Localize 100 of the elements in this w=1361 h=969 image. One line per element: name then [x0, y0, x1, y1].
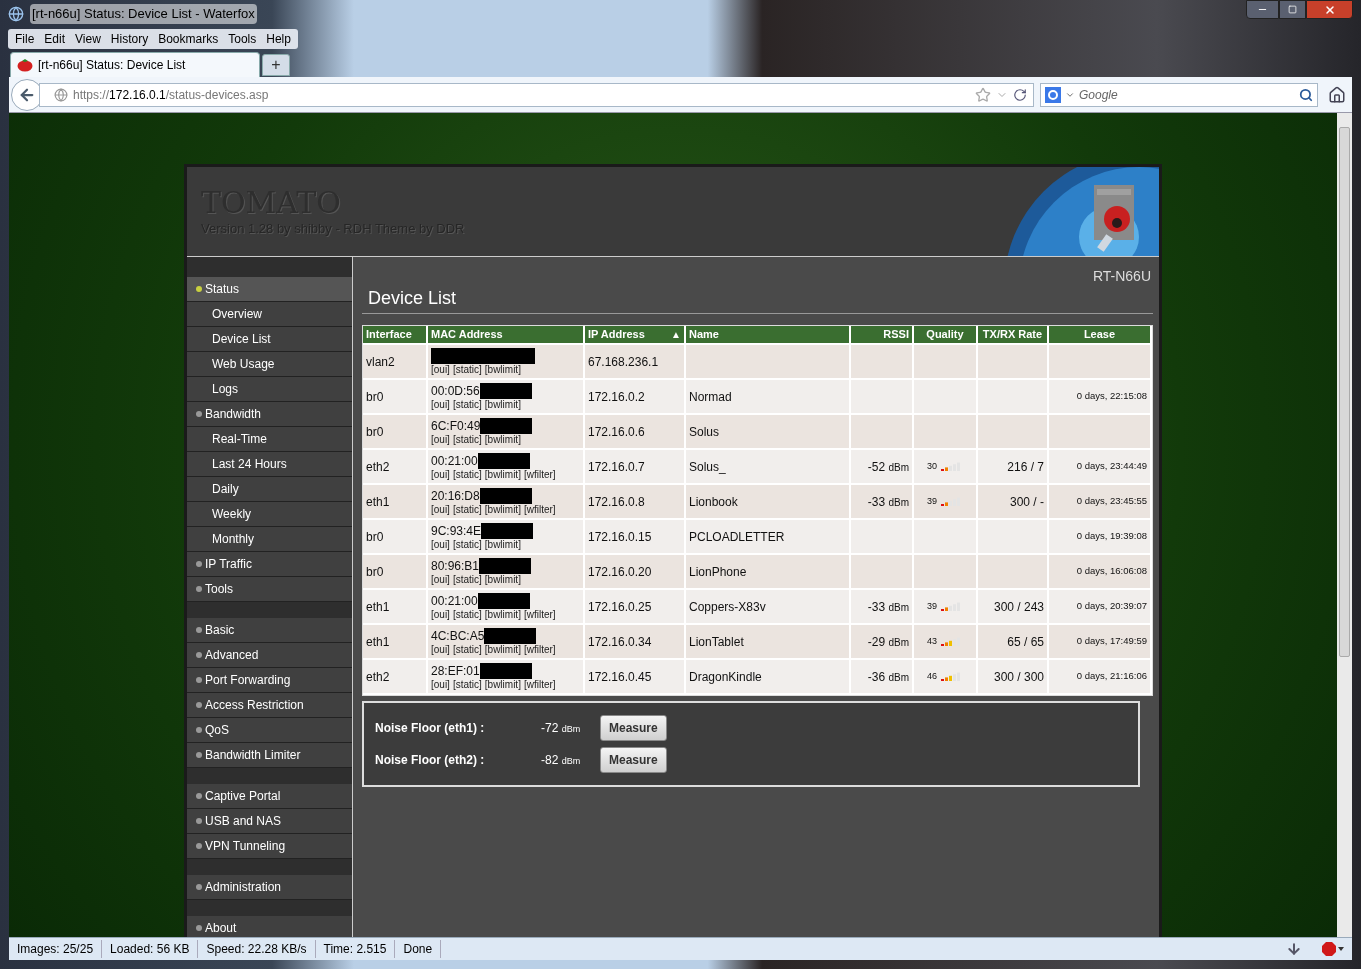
nav-item[interactable]: VPN Tunneling — [187, 834, 352, 859]
mac-action-link[interactable]: [oui] — [431, 398, 450, 411]
column-header[interactable]: Interface — [366, 326, 412, 343]
mac-action-link[interactable]: [oui] — [431, 363, 450, 376]
close-button[interactable] — [1306, 0, 1353, 19]
menu-item[interactable]: History — [105, 29, 154, 49]
mac-action-link[interactable]: [oui] — [431, 433, 450, 446]
download-icon[interactable] — [1286, 941, 1302, 957]
nav-item[interactable]: Logs — [187, 377, 352, 402]
mac-action-link[interactable]: [wfilter] — [523, 608, 556, 621]
mac-action-link[interactable]: [bwlimit] — [484, 398, 521, 411]
menu-item[interactable]: Tools — [223, 29, 262, 49]
nav-item[interactable]: Administration — [187, 875, 352, 900]
mac-action-link[interactable]: [oui] — [431, 643, 450, 656]
menu-item[interactable]: File — [10, 29, 40, 49]
home-icon[interactable] — [1328, 85, 1346, 104]
column-header[interactable]: RSSI — [883, 326, 909, 343]
menu-item[interactable]: View — [70, 29, 106, 49]
mac-action-link[interactable]: [static] — [452, 363, 482, 376]
mac-action-link[interactable]: [static] — [452, 433, 482, 446]
nav-item[interactable]: Last 24 Hours — [187, 452, 352, 477]
search-icon[interactable] — [1299, 87, 1313, 102]
bullet-icon — [196, 561, 202, 567]
table-cell-text: br0 — [366, 563, 384, 581]
nav-item[interactable]: Tools — [187, 577, 352, 602]
mac-action-link[interactable]: [bwlimit] — [484, 503, 521, 516]
nav-item[interactable]: Overview — [187, 302, 352, 327]
bullet-icon — [196, 586, 202, 592]
adblock-icon[interactable] — [1322, 942, 1344, 956]
mac-action-link[interactable]: [static] — [452, 678, 482, 691]
nav-item[interactable]: USB and NAS — [187, 809, 352, 834]
mac-action-link[interactable]: [bwlimit] — [484, 608, 521, 621]
nav-item[interactable]: Port Forwarding — [187, 668, 352, 693]
nav-item[interactable]: Access Restriction — [187, 693, 352, 718]
new-tab-button[interactable]: + — [262, 54, 290, 76]
nav-item[interactable]: Bandwidth Limiter — [187, 743, 352, 768]
column-header[interactable]: Name — [689, 326, 719, 343]
mac-action-link[interactable]: [static] — [452, 398, 482, 411]
mac-action-link[interactable]: [wfilter] — [523, 678, 556, 691]
mac-action-link[interactable]: [bwlimit] — [484, 433, 521, 446]
column-header[interactable]: Quality — [926, 326, 964, 343]
nav-item[interactable]: Bandwidth — [187, 402, 352, 427]
nav-item[interactable]: Status — [187, 277, 352, 302]
nav-item[interactable]: Daily — [187, 477, 352, 502]
table-cell-text: Lionbook — [689, 493, 738, 511]
mac-action-link[interactable]: [static] — [452, 538, 482, 551]
search-field[interactable]: Google — [1040, 82, 1318, 107]
mac-action-link[interactable]: [static] — [452, 573, 482, 586]
mac-action-link[interactable]: [bwlimit] — [484, 678, 521, 691]
table-cell-text: eth1 — [366, 598, 390, 616]
mac-action-link[interactable]: [oui] — [431, 538, 450, 551]
nav-item[interactable]: QoS — [187, 718, 352, 743]
mac-action-link[interactable]: [oui] — [431, 608, 450, 621]
column-header[interactable]: IP Address — [588, 326, 645, 343]
sort-arrow[interactable]: ▲ — [671, 327, 681, 342]
table-cell-text: Coppers-X83v — [689, 598, 766, 616]
bullet-icon — [196, 702, 202, 708]
table-cell-text: br0 — [366, 528, 384, 546]
nav-item[interactable]: Captive Portal — [187, 784, 352, 809]
mac-action-link[interactable]: [static] — [452, 643, 482, 656]
mac-action-link[interactable]: [bwlimit] — [484, 538, 521, 551]
mac-action-link[interactable]: [bwlimit] — [484, 573, 521, 586]
menu-item[interactable]: Help — [261, 29, 296, 49]
column-header[interactable]: Lease — [1083, 326, 1116, 343]
nav-item[interactable]: About — [187, 916, 352, 937]
measure-button[interactable]: Measure — [600, 715, 667, 741]
maximize-button[interactable] — [1279, 0, 1306, 19]
status-text: Speed: 22.28 KB/s — [198, 940, 316, 958]
nav-item[interactable]: Web Usage — [187, 352, 352, 377]
search-engine-icon[interactable] — [1045, 86, 1061, 103]
mac-action-link[interactable]: [oui] — [431, 503, 450, 516]
nav-item[interactable]: Real-Time — [187, 427, 352, 452]
menu-item[interactable]: Bookmarks — [153, 29, 224, 49]
nav-item[interactable]: Monthly — [187, 527, 352, 552]
address-field[interactable]: https://172.16.0.1/status-devices.asp — [39, 82, 1034, 107]
scrollbar[interactable] — [1337, 113, 1352, 937]
nav-item[interactable]: IP Traffic — [187, 552, 352, 577]
mac-action-link[interactable]: [wfilter] — [523, 503, 556, 516]
nav-item[interactable]: Advanced — [187, 643, 352, 668]
mac-action-link[interactable]: [oui] — [431, 573, 450, 586]
browser-tab[interactable]: [rt-n66u] Status: Device List — [10, 52, 260, 77]
mac-action-link[interactable]: [wfilter] — [523, 468, 556, 481]
column-header[interactable]: TX/RX Rate — [982, 326, 1043, 343]
mac-action-link[interactable]: [static] — [452, 468, 482, 481]
mac-action-link[interactable]: [oui] — [431, 468, 450, 481]
measure-button[interactable]: Measure — [600, 747, 667, 773]
mac-action-link[interactable]: [oui] — [431, 678, 450, 691]
nav-item[interactable]: Basic — [187, 618, 352, 643]
column-header[interactable]: MAC Address — [431, 326, 503, 343]
nav-item[interactable]: Weekly — [187, 502, 352, 527]
mac-action-link[interactable]: [bwlimit] — [484, 643, 521, 656]
mac-action-link[interactable]: [bwlimit] — [484, 468, 521, 481]
reload-icon[interactable] — [1013, 87, 1027, 102]
nav-item[interactable]: Device List — [187, 327, 352, 352]
bookmark-star-icon[interactable] — [975, 86, 991, 103]
mac-action-link[interactable]: [wfilter] — [523, 643, 556, 656]
mac-action-link[interactable]: [static] — [452, 608, 482, 621]
menu-item[interactable]: Edit — [39, 29, 71, 49]
mac-action-link[interactable]: [static] — [452, 503, 482, 516]
mac-action-link[interactable]: [bwlimit] — [484, 363, 521, 376]
